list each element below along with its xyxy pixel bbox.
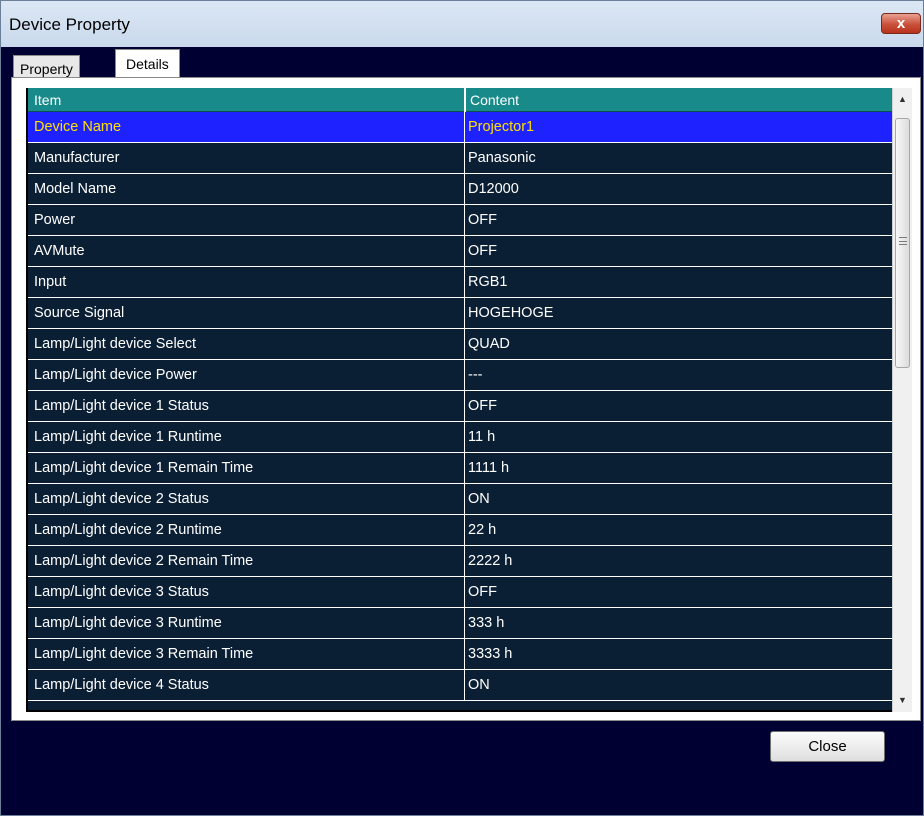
vertical-scrollbar[interactable]: ▲ ▼ <box>892 88 912 712</box>
row-item-cell: Lamp/Light device 1 Status <box>34 398 209 414</box>
row-content-cell: 3333 h <box>464 639 902 669</box>
table-row[interactable]: AVMute OFF <box>28 236 902 267</box>
table-row[interactable]: Lamp/Light device 1 Remain Time 1111 h <box>28 453 902 484</box>
table-row[interactable]: Lamp/Light device 3 Status OFF <box>28 577 902 608</box>
scroll-up-arrow-icon[interactable]: ▲ <box>893 90 912 108</box>
tab-property[interactable]: Property <box>13 55 80 79</box>
grid-header: Item Content <box>28 88 902 112</box>
row-item-cell: Lamp/Light device 2 Runtime <box>34 522 222 538</box>
row-content-cell: ON <box>464 670 902 700</box>
row-content-cell: OFF <box>464 205 902 235</box>
row-content-cell: --- <box>464 360 902 390</box>
table-row[interactable]: Model Name D12000 <box>28 174 902 205</box>
window-close-button[interactable]: x <box>881 13 921 34</box>
row-item-cell: Lamp/Light device 3 Status <box>34 584 209 600</box>
row-content-cell: 333 h <box>464 608 902 638</box>
row-item-cell: Device Name <box>34 119 122 135</box>
row-content-cell: 22 h <box>464 515 902 545</box>
table-row[interactable]: Lamp/Light device 2 Status ON <box>28 484 902 515</box>
table-row[interactable]: Lamp/Light device 1 Status OFF <box>28 391 902 422</box>
row-content-cell: 11 h <box>464 422 902 452</box>
row-item-cell: Lamp/Light device 2 Status <box>34 491 209 507</box>
table-row[interactable]: Lamp/Light device 2 Remain Time 2222 h <box>28 546 902 577</box>
column-header-item[interactable]: Item <box>28 88 463 112</box>
table-row[interactable]: Lamp/Light device 4 Status ON <box>28 670 902 701</box>
row-item-cell: Lamp/Light device Select <box>34 336 197 352</box>
table-row[interactable]: Power OFF <box>28 205 902 236</box>
row-item-cell: Lamp/Light device 4 Status <box>34 677 209 693</box>
row-content-cell: OFF <box>464 391 902 421</box>
details-grid: Item Content Device Name Projector1 Manufa… <box>26 88 902 712</box>
row-content-cell: 1111 h <box>464 453 902 483</box>
scroll-down-arrow-icon[interactable]: ▼ <box>893 691 912 709</box>
close-button[interactable]: Close <box>770 731 885 762</box>
row-item-cell: Lamp/Light device 1 Runtime <box>34 429 222 445</box>
tab-details[interactable]: Details <box>115 49 180 79</box>
row-item-cell: Input <box>34 274 67 290</box>
row-item-cell: Source Signal <box>34 305 125 321</box>
table-row[interactable]: Lamp/Light device 1 Runtime 11 h <box>28 422 902 453</box>
row-item-cell: Power <box>34 212 76 228</box>
row-item-cell: Lamp/Light device 1 Remain Time <box>34 460 254 476</box>
row-content-cell: Panasonic <box>464 143 902 173</box>
scrollbar-grip-icon <box>899 237 907 245</box>
row-content-cell: OFF <box>464 577 902 607</box>
details-panel: Item Content Device Name Projector1 Manufa… <box>11 77 921 721</box>
row-content-cell: RGB1 <box>464 267 902 297</box>
row-content-cell: HOGEHOGE <box>464 298 902 328</box>
column-header-content[interactable]: Content <box>464 88 902 112</box>
table-row[interactable]: Lamp/Light device Select QUAD <box>28 329 902 360</box>
table-row[interactable]: Input RGB1 <box>28 267 902 298</box>
row-content-cell: OFF <box>464 236 902 266</box>
row-content-cell: Projector1 <box>464 112 902 142</box>
row-item-cell: Manufacturer <box>34 150 120 166</box>
table-row[interactable]: Lamp/Light device 3 Runtime 333 h <box>28 608 902 639</box>
table-row[interactable]: Device Name Projector1 <box>28 112 902 143</box>
row-content-cell: 2222 h <box>464 546 902 576</box>
row-content-cell: QUAD <box>464 329 902 359</box>
tab-bar: Property Details <box>11 49 921 79</box>
table-row[interactable]: Lamp/Light device Power --- <box>28 360 902 391</box>
window-title: Device Property <box>9 15 130 34</box>
row-item-cell: AVMute <box>34 243 85 259</box>
table-row[interactable]: Lamp/Light device 2 Runtime 22 h <box>28 515 902 546</box>
table-row[interactable]: Source Signal HOGEHOGE <box>28 298 902 329</box>
row-item-cell: Model Name <box>34 181 117 197</box>
device-property-window: Device Property x Property Details Item … <box>0 0 924 816</box>
table-row[interactable]: Manufacturer Panasonic <box>28 143 902 174</box>
close-icon: x <box>896 15 906 32</box>
title-bar[interactable]: Device Property x <box>1 1 923 47</box>
row-item-cell: Lamp/Light device Power <box>34 367 197 383</box>
row-item-cell: Lamp/Light device 3 Remain Time <box>34 646 254 662</box>
row-item-cell: Lamp/Light device 3 Runtime <box>34 615 222 631</box>
scrollbar-thumb[interactable] <box>895 118 910 368</box>
table-row[interactable]: Lamp/Light device 3 Remain Time 3333 h <box>28 639 902 670</box>
row-content-cell: D12000 <box>464 174 902 204</box>
row-item-cell: Lamp/Light device 2 Remain Time <box>34 553 254 569</box>
row-content-cell: ON <box>464 484 902 514</box>
